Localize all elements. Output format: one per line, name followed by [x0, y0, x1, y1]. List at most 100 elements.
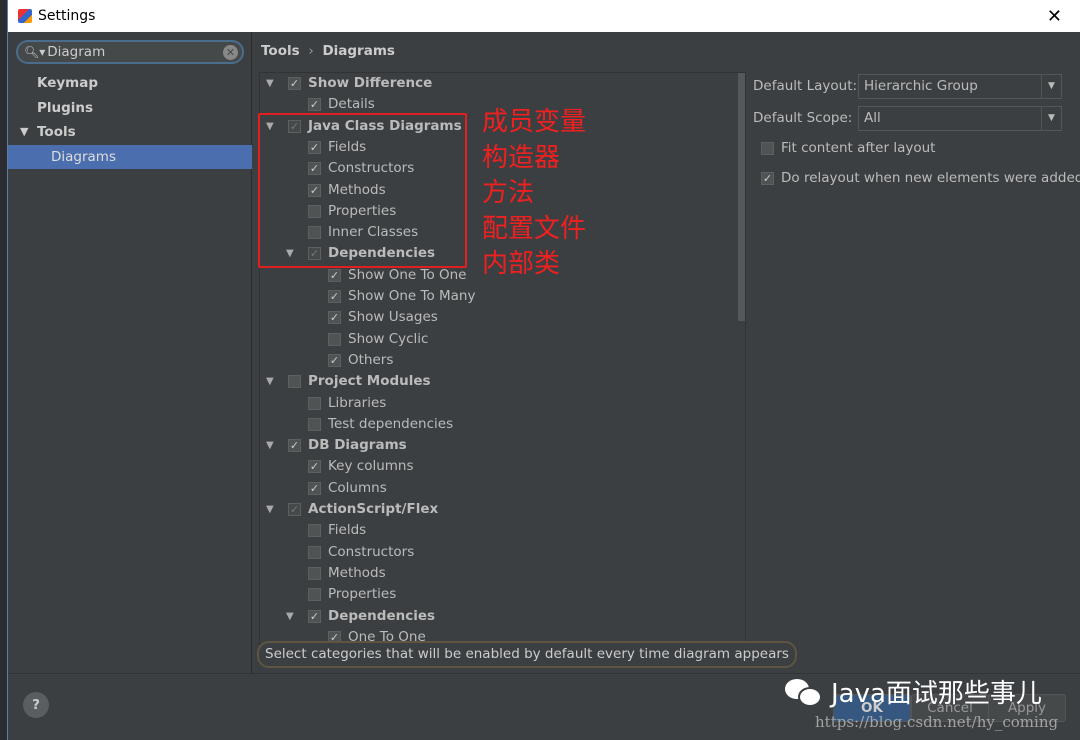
tree-item-label: DB Diagrams	[308, 437, 407, 454]
relayout-checkbox[interactable]: ✓ Do relayout when new elements were adde…	[761, 168, 1080, 189]
breadcrumb-current: Diagrams	[322, 43, 395, 59]
title-bar: Settings ✕	[8, 0, 1080, 32]
checkbox-icon[interactable]	[308, 566, 321, 580]
window-title: Settings	[38, 8, 96, 24]
default-layout-value: Hierarchic Group	[864, 78, 978, 94]
close-icon[interactable]: ✕	[1047, 6, 1062, 27]
checkbox-checked-icon[interactable]: ✓	[328, 268, 341, 282]
tree-item-label: Libraries	[328, 394, 387, 411]
checkbox-checked-icon[interactable]: ✓	[308, 460, 321, 474]
tree-item-label: Dependencies	[328, 607, 436, 624]
tree-item[interactable]: Libraries	[308, 393, 386, 414]
checkbox-icon[interactable]	[288, 375, 301, 389]
tree-item[interactable]: Test dependencies	[308, 414, 453, 435]
tree-item-label: Project Modules	[308, 373, 431, 390]
checkbox-checked-icon[interactable]: ✓	[288, 439, 301, 453]
checkbox-checked-icon[interactable]: ✓	[288, 77, 301, 90]
expand-arrow-icon[interactable]: ▼	[286, 606, 294, 627]
breadcrumb-parent: Tools	[261, 43, 300, 59]
checkbox-checked-icon[interactable]: ✓	[328, 353, 341, 367]
tree-item[interactable]: Methods	[308, 563, 386, 584]
tree-item[interactable]: ▼ ✓ DB Diagrams	[266, 435, 407, 456]
sidebar-item-label: Diagrams	[51, 148, 116, 165]
annotation-text: 成员变量	[482, 107, 587, 137]
annotation-text: 方法	[482, 178, 535, 208]
clear-search-icon[interactable]: ✕	[223, 45, 238, 60]
tree-item[interactable]: Properties	[308, 584, 396, 605]
checkbox-checked-icon[interactable]: ✓	[328, 290, 341, 303]
checkbox-icon[interactable]	[308, 396, 321, 410]
sidebar-item-label: Keymap	[37, 75, 99, 91]
checkbox-icon[interactable]	[308, 417, 321, 431]
expand-arrow-icon[interactable]: ▼	[266, 435, 274, 456]
sidebar: 🔍︎▾ Diagram ✕ Keymap Plugins ▼ Tools Diagram…	[8, 32, 252, 673]
relayout-label: Do relayout when new elements were added	[781, 170, 1080, 186]
tree-item-label: Show One To Many	[348, 288, 476, 304]
default-scope-value: All	[864, 110, 881, 126]
expand-arrow-icon[interactable]: ▼	[266, 499, 274, 520]
tree-item[interactable]: Constructors	[308, 542, 414, 563]
expand-arrow-icon[interactable]: ▼	[20, 120, 28, 144]
tree-item[interactable]: ▼ ✓ ActionScript/Flex	[266, 499, 438, 520]
tree-item-label: Key columns	[328, 458, 414, 475]
tree-item[interactable]: Show Cyclic	[328, 329, 428, 350]
sidebar-item-diagrams[interactable]: Diagrams	[8, 144, 252, 169]
expand-arrow-icon[interactable]: ▼	[266, 73, 274, 94]
default-scope-select[interactable]: All ▼	[858, 106, 1062, 131]
fit-content-label: Fit content after layout	[781, 140, 936, 156]
watermark-url: https://blog.csdn.net/hy_coming	[815, 713, 1059, 731]
checkbox-icon[interactable]	[308, 524, 321, 538]
sidebar-item-keymap[interactable]: Keymap	[8, 71, 252, 95]
checkbox-checked-icon[interactable]: ✓	[308, 98, 321, 112]
wechat-icon	[785, 677, 823, 707]
tree-item[interactable]: ▼ ✓ Dependencies	[286, 606, 436, 627]
annotation-box	[258, 113, 467, 268]
default-layout-label: Default Layout:	[753, 78, 858, 94]
tree-item[interactable]: ▼ ✓ Show Difference	[266, 73, 433, 94]
tree-item[interactable]: ✓ Show One To Many	[328, 286, 475, 307]
watermark-text: Java面试那些事儿	[831, 679, 1042, 709]
tree-item-label: Show Cyclic	[348, 330, 429, 347]
sidebar-item-plugins[interactable]: Plugins	[8, 96, 252, 120]
checkbox-checked-icon[interactable]: ✓	[288, 503, 301, 516]
tree-item-label: Constructors	[328, 543, 415, 560]
tree-item-label: Methods	[328, 564, 386, 581]
checkbox-icon[interactable]	[328, 332, 341, 346]
hint-tooltip: Select categories that will be enabled b…	[257, 641, 797, 668]
chevron-down-icon[interactable]: ▼	[1041, 75, 1061, 98]
tree-item[interactable]: Fields	[308, 520, 366, 541]
chevron-down-icon[interactable]: ▼	[1041, 107, 1061, 130]
tree-item[interactable]: ✓ Show Usages	[328, 307, 438, 328]
fit-content-checkbox[interactable]: Fit content after layout	[761, 138, 935, 159]
sidebar-item-tools[interactable]: ▼ Tools	[8, 120, 252, 144]
tree-item-label: Properties	[328, 586, 397, 603]
default-scope-label: Default Scope:	[753, 110, 853, 126]
app-logo-icon	[18, 9, 32, 23]
checkbox-checked-icon[interactable]: ✓	[761, 172, 774, 185]
tree-item-label: Show Difference	[308, 75, 433, 91]
help-button[interactable]: ?	[23, 692, 49, 718]
checkbox-checked-icon[interactable]: ✓	[308, 609, 321, 623]
checkbox-icon[interactable]	[308, 545, 321, 559]
checkbox-checked-icon[interactable]: ✓	[308, 481, 321, 495]
tree-item-label: Test dependencies	[328, 415, 454, 432]
breadcrumb-separator: ›	[308, 43, 314, 59]
tree-item[interactable]: ✓ Columns	[308, 478, 387, 499]
search-icon[interactable]: 🔍︎▾	[24, 45, 45, 59]
tree-item-label: Columns	[328, 479, 387, 496]
annotation-text: 配置文件	[482, 213, 587, 244]
tree-item[interactable]: ✓ Key columns	[308, 456, 414, 477]
search-input[interactable]: 🔍︎▾ Diagram ✕	[16, 40, 244, 64]
checkbox-icon[interactable]	[308, 588, 321, 602]
tree-item[interactable]: ▼ Project Modules	[266, 371, 431, 392]
tree-scrollbar[interactable]	[738, 73, 745, 321]
tree-item-label: Show Usages	[348, 309, 438, 326]
breadcrumb: Tools › Diagrams	[261, 43, 395, 59]
checkbox-checked-icon[interactable]: ✓	[328, 311, 341, 325]
tree-item-label: Fields	[328, 522, 367, 539]
expand-arrow-icon[interactable]: ▼	[266, 371, 274, 392]
checkbox-icon[interactable]	[761, 142, 774, 155]
tree-item[interactable]: ✓ Others	[328, 350, 393, 371]
annotation-text: 构造器	[482, 142, 561, 173]
default-layout-select[interactable]: Hierarchic Group ▼	[858, 74, 1062, 99]
